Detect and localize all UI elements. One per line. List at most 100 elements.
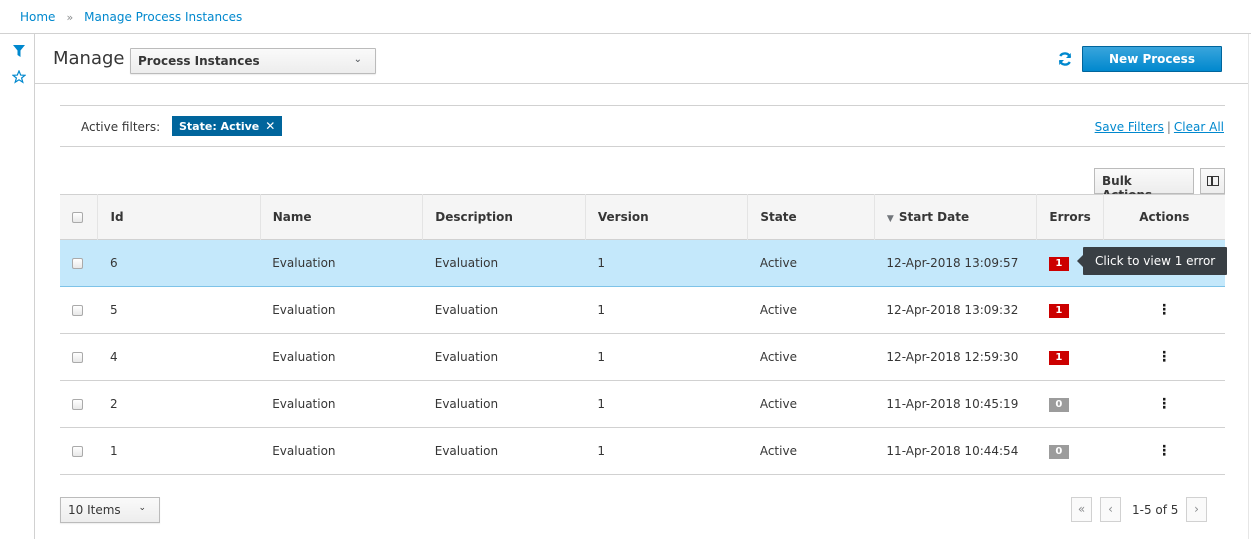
cell-version: 1 xyxy=(597,303,606,317)
row-checkbox[interactable] xyxy=(72,352,83,363)
filter-links-separator: | xyxy=(1166,120,1171,134)
kebab-menu-icon[interactable]: ⋮ xyxy=(1157,350,1171,364)
table-row[interactable]: 6 Evaluation Evaluation 1 Active 12-Apr-2018 … xyxy=(60,239,1225,287)
column-header-id[interactable]: Id xyxy=(97,194,261,240)
cell-errors: 1 xyxy=(1037,334,1103,381)
column-header-start-date[interactable]: ▼ Start Date xyxy=(873,194,1037,240)
previous-page-button[interactable]: ‹ xyxy=(1100,497,1121,522)
table-row[interactable]: 4 Evaluation Evaluation 1 Active 12-Apr-2018 … xyxy=(60,334,1225,381)
cell-description: Evaluation xyxy=(434,444,499,458)
next-page-button[interactable]: › xyxy=(1186,497,1207,522)
close-icon[interactable]: ✕ xyxy=(265,119,275,133)
cell-name: Evaluation xyxy=(272,350,336,364)
row-select-cell xyxy=(60,287,98,334)
filter-icon[interactable] xyxy=(12,44,26,58)
cell-actions: ⋮ xyxy=(1103,287,1225,334)
cell-version: 1 xyxy=(597,397,606,411)
chevron-down-icon: ⌄ xyxy=(138,503,146,513)
errors-tooltip: Click to view 1 error xyxy=(1076,247,1228,275)
page-size-select[interactable]: 10 Items ⌄ xyxy=(60,497,160,523)
column-header-description[interactable]: Description xyxy=(422,194,586,240)
breadcrumb-separator: » xyxy=(66,11,74,24)
table-header-row: Id Name Description Version State ▼ Start… xyxy=(60,194,1225,240)
sidebar xyxy=(0,34,35,539)
table-row[interactable]: 5 Evaluation Evaluation 1 Active 12-Apr-2018 … xyxy=(60,287,1225,334)
cell-description: Evaluation xyxy=(434,256,499,270)
column-header-start-date-label: Start Date xyxy=(898,210,970,224)
cell-start-date: 12-Apr-2018 12:59:30 xyxy=(886,350,1019,364)
cell-version: 1 xyxy=(597,350,606,364)
first-page-button[interactable]: « xyxy=(1071,497,1092,522)
cell-name: Evaluation xyxy=(272,397,336,411)
column-header-state[interactable]: State xyxy=(747,194,875,240)
row-checkbox[interactable] xyxy=(72,399,83,410)
cell-version: 1 xyxy=(597,444,606,458)
save-filters-link[interactable]: Save Filters xyxy=(1095,120,1164,134)
cell-errors: 0 xyxy=(1037,381,1103,428)
kebab-menu-icon[interactable]: ⋮ xyxy=(1157,397,1171,411)
header-divider xyxy=(35,83,1248,84)
cell-start-date: 12-Apr-2018 13:09:32 xyxy=(886,303,1019,317)
page-title: Manage xyxy=(53,48,125,69)
cell-actions: ⋮ xyxy=(1103,334,1225,381)
chevron-down-icon: ⌄ xyxy=(353,54,362,65)
table-row[interactable]: 2 Evaluation Evaluation 1 Active 11-Apr-2018 … xyxy=(60,381,1225,428)
row-select-cell xyxy=(60,334,98,381)
row-select-cell xyxy=(60,381,98,428)
cell-errors: 1 xyxy=(1037,287,1103,334)
errors-badge[interactable]: 0 xyxy=(1048,398,1069,412)
cell-description: Evaluation xyxy=(434,350,499,364)
filter-links: Save Filters | Clear All xyxy=(1095,120,1224,134)
cell-state: Active xyxy=(759,303,797,317)
errors-badge[interactable]: 1 xyxy=(1048,351,1069,365)
view-select-value: Process Instances xyxy=(138,54,260,68)
sort-descending-icon: ▼ xyxy=(886,214,894,224)
top-divider xyxy=(0,33,1251,34)
row-checkbox[interactable] xyxy=(72,258,83,269)
breadcrumb-home-link[interactable]: Home xyxy=(20,10,55,24)
row-checkbox[interactable] xyxy=(72,305,83,316)
cell-name: Evaluation xyxy=(272,444,336,458)
process-instances-table: Id Name Description Version State ▼ Start… xyxy=(60,194,1225,475)
cell-version: 1 xyxy=(597,256,606,270)
column-header-version[interactable]: Version xyxy=(584,194,748,240)
errors-badge[interactable]: 1 xyxy=(1048,257,1069,271)
column-header-errors[interactable]: Errors xyxy=(1036,194,1104,240)
cell-name: Evaluation xyxy=(272,256,336,270)
view-select[interactable]: Process Instances ⌄ xyxy=(130,48,376,74)
select-all-checkbox[interactable] xyxy=(72,212,83,223)
cell-description: Evaluation xyxy=(434,397,499,411)
bulk-actions-button[interactable]: Bulk Actions ⌄ xyxy=(1094,168,1194,202)
cell-name: Evaluation xyxy=(272,303,336,317)
cell-state: Active xyxy=(759,350,797,364)
cell-start-date: 11-Apr-2018 10:44:54 xyxy=(886,444,1019,458)
cell-state: Active xyxy=(759,397,797,411)
errors-badge[interactable]: 1 xyxy=(1048,304,1069,318)
active-filters-label: Active filters: xyxy=(81,120,161,134)
clear-all-link[interactable]: Clear All xyxy=(1174,120,1224,134)
column-header-actions: Actions xyxy=(1102,194,1225,240)
cell-id: 1 xyxy=(109,444,118,458)
filter-bar-bottom-divider xyxy=(60,146,1225,147)
cell-id: 4 xyxy=(109,350,118,364)
columns-icon xyxy=(1206,176,1219,186)
star-icon[interactable] xyxy=(12,70,26,84)
row-checkbox[interactable] xyxy=(72,446,83,457)
cell-id: 5 xyxy=(109,303,118,317)
cell-actions: ⋮ xyxy=(1103,381,1225,428)
row-select-cell xyxy=(60,240,98,287)
breadcrumb-current-link[interactable]: Manage Process Instances xyxy=(84,10,242,24)
filter-bar-top-divider xyxy=(60,105,1225,106)
cell-start-date: 11-Apr-2018 10:45:19 xyxy=(886,397,1019,411)
cell-state: Active xyxy=(759,256,797,270)
cell-description: Evaluation xyxy=(434,303,499,317)
cell-state: Active xyxy=(759,444,797,458)
column-picker-button[interactable] xyxy=(1200,168,1225,194)
kebab-menu-icon[interactable]: ⋮ xyxy=(1157,303,1171,317)
refresh-icon[interactable] xyxy=(1057,51,1073,67)
errors-badge[interactable]: 0 xyxy=(1048,445,1069,459)
new-process-instance-button[interactable]: New Process Instance xyxy=(1082,46,1222,90)
column-header-name[interactable]: Name xyxy=(259,194,423,240)
kebab-menu-icon[interactable]: ⋮ xyxy=(1157,444,1171,458)
table-row[interactable]: 1 Evaluation Evaluation 1 Active 11-Apr-2018 … xyxy=(60,428,1225,475)
